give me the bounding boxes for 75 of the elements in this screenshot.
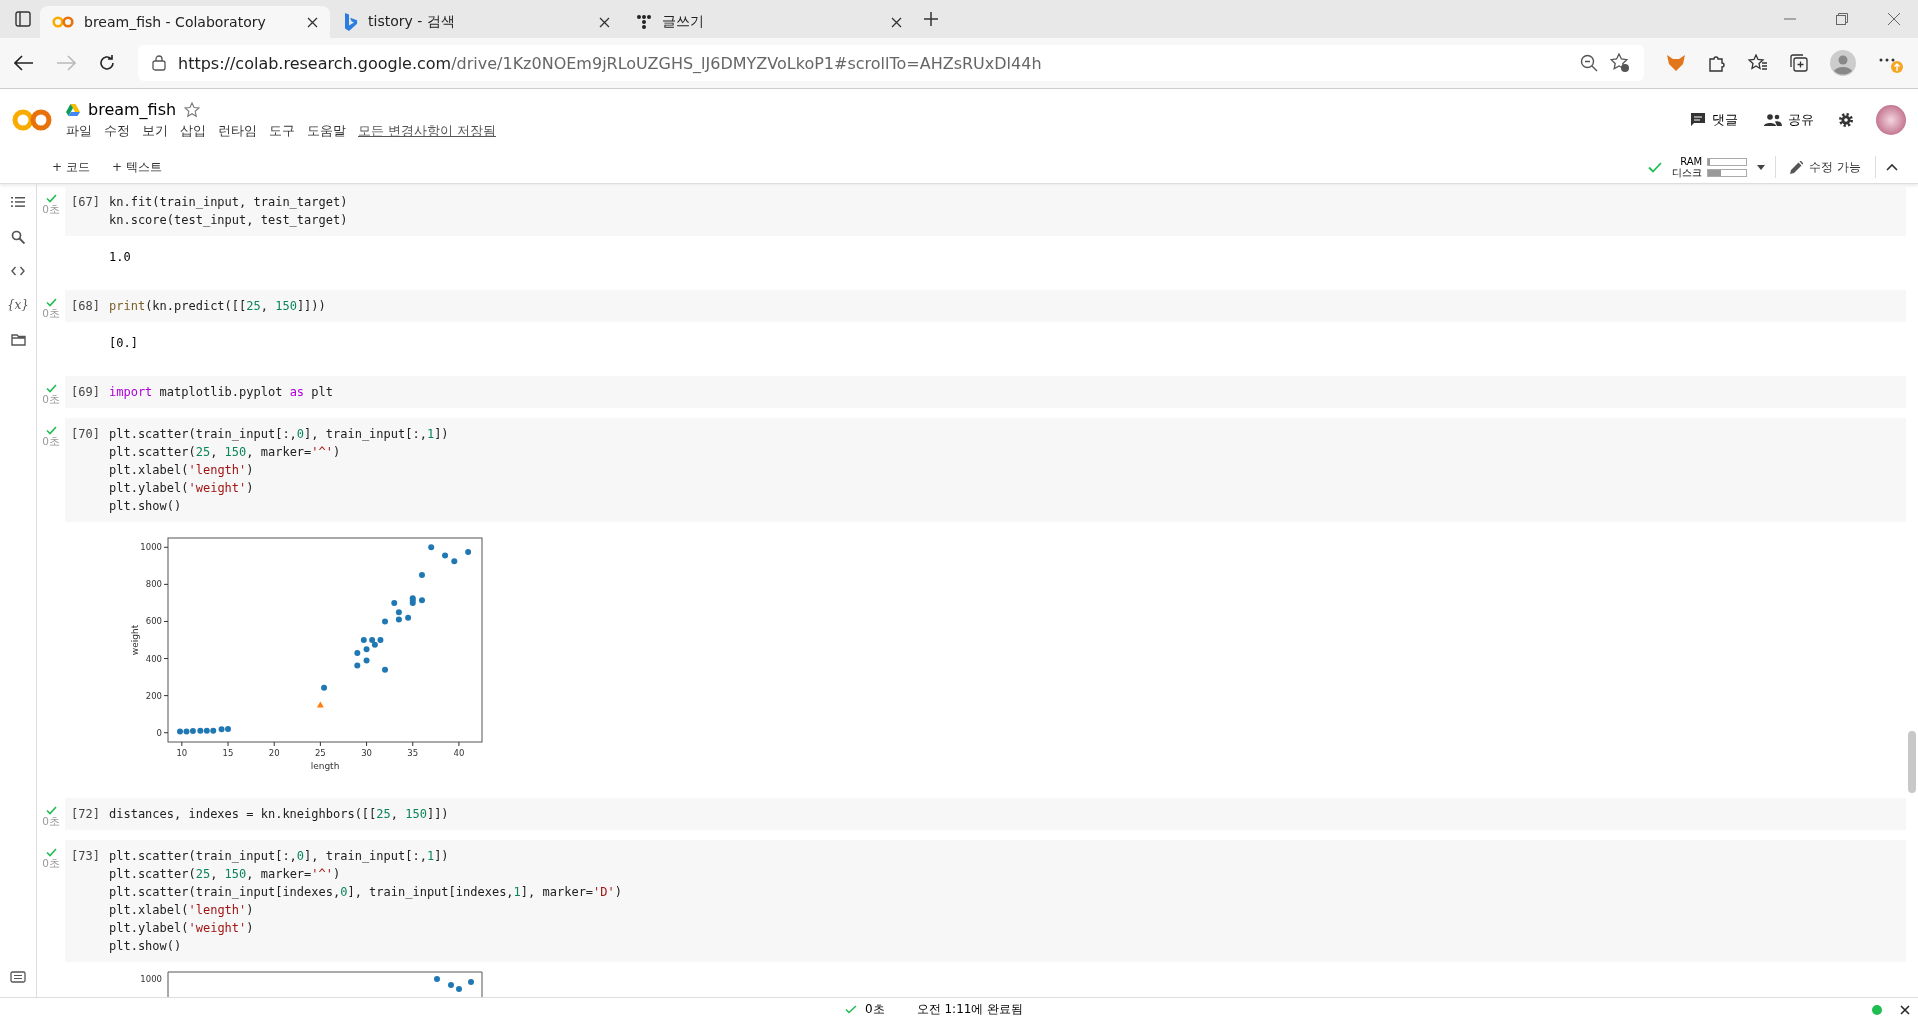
notebook-title[interactable]: bream_fish bbox=[88, 100, 177, 119]
comment-button[interactable]: 댓글 bbox=[1688, 109, 1740, 131]
y-axis-label: weight bbox=[130, 624, 140, 656]
edit-mode-button[interactable]: 수정 가능 bbox=[1786, 156, 1865, 178]
execution-count: [72] bbox=[70, 806, 101, 823]
menu-item[interactable]: 런타임 bbox=[218, 123, 257, 140]
add-text-button[interactable]: + 텍스트 bbox=[107, 156, 166, 178]
x-tick-label: 10 bbox=[176, 748, 188, 758]
execution-count: [73] bbox=[70, 848, 101, 865]
execution-count: [69] bbox=[70, 384, 101, 401]
menu-item[interactable]: 수정 bbox=[104, 123, 130, 140]
browser-tab[interactable]: tistory - 검색 bbox=[332, 6, 622, 38]
code-line: plt.ylabel('weight') bbox=[109, 480, 255, 497]
code-cell[interactable]: [67] kn.fit(train_input, train_target) kn.score(test_input, test_target) bbox=[65, 186, 1906, 236]
code-line: plt.scatter(train_input[:,0], train_input[:,1]) bbox=[109, 426, 449, 443]
execution-count: [70] bbox=[70, 426, 101, 443]
code-cell[interactable]: [70] plt.scatter(train_input[:,0], train_input[:,1]) plt.scatter(25, 150, marker='^') plt.xlabel('length') plt.ylabel('weight') plt.show() bbox=[65, 418, 1906, 522]
code-line: plt.xlabel('length') bbox=[109, 902, 255, 919]
variables-button[interactable]: {x} bbox=[6, 298, 29, 312]
execution-time: 0초 bbox=[42, 857, 60, 871]
code-line: plt.scatter(25, 150, marker='^') bbox=[109, 866, 342, 883]
execution-time: 0초 bbox=[42, 393, 60, 407]
execution-time: 0초 bbox=[42, 203, 60, 217]
cell-output: 1.0 bbox=[109, 250, 131, 264]
code-line: plt.show() bbox=[109, 938, 183, 955]
share-button[interactable]: 공유 bbox=[1762, 109, 1816, 131]
url-text: https://colab.research.google.com/drive/1Kz0NOEm9jRLoUZGHS_lJ6DMYZVoLkoP1#scrollTo=AHZsRUxDl44h bbox=[178, 53, 1042, 73]
code-line: plt.xlabel('length') bbox=[109, 462, 255, 479]
save-status-link[interactable]: 모든 변경사항이 저장됨 bbox=[358, 123, 496, 140]
code-line: distances, indexes = kn.kneighbors([[25, 150]]) bbox=[109, 806, 449, 823]
y-tick-label: 200 bbox=[145, 690, 162, 701]
code-cell[interactable]: [68] print(kn.predict([[25, 150]])) bbox=[65, 290, 1906, 322]
menu-item[interactable]: 보기 bbox=[142, 123, 168, 140]
cell-output: [0.] bbox=[109, 336, 138, 350]
code-line: plt.show() bbox=[109, 498, 183, 515]
y-tick-label: 400 bbox=[145, 653, 162, 664]
disk-label: 디스크 bbox=[1672, 167, 1703, 178]
x-tick-label: 30 bbox=[361, 748, 372, 758]
execution-time: 0초 bbox=[42, 435, 60, 449]
execution-duration: 0초 bbox=[865, 1001, 885, 1018]
menu-item[interactable]: 파일 bbox=[66, 123, 92, 140]
x-tick-label: 15 bbox=[222, 748, 234, 758]
execution-time: 0초 bbox=[42, 815, 60, 829]
x-axis-label: length bbox=[310, 761, 340, 771]
code-cell[interactable]: [69] import matplotlib.pyplot as plt bbox=[65, 376, 1906, 408]
code-line: plt.scatter(25, 150, marker='^') bbox=[109, 444, 342, 461]
execution-time: 0초 bbox=[42, 307, 60, 321]
execution-count: [68] bbox=[70, 298, 101, 315]
x-tick-label: 25 bbox=[314, 748, 326, 758]
browser-tab[interactable]: bream_fish - Colaboratory bbox=[40, 6, 330, 38]
address-bar[interactable]: https://colab.research.google.com/drive/1Kz0NOEm9jRLoUZGHS_lJ6DMYZVoLkoP1#scrollTo=AHZsRUxDl44h bbox=[138, 45, 1644, 81]
x-tick-label: 35 bbox=[407, 748, 419, 758]
y-tick-label: 800 bbox=[145, 579, 162, 590]
code-line: plt.scatter(train_input[indexes,0], train_input[indexes,1], marker='D') bbox=[109, 884, 622, 901]
code-line: plt.ylabel('weight') bbox=[109, 920, 255, 937]
execution-count: [67] bbox=[70, 194, 101, 211]
menu-item[interactable]: 도구 bbox=[269, 123, 295, 140]
y-tick-label: 0 bbox=[156, 727, 162, 738]
browser-tab[interactable]: 글쓰기 bbox=[624, 6, 914, 38]
ram-label: RAM bbox=[1679, 156, 1703, 167]
y-tick-label: 600 bbox=[145, 616, 162, 627]
y-tick-label: 1000 bbox=[140, 542, 162, 553]
x-tick-label: 20 bbox=[268, 748, 280, 758]
code-line: import matplotlib.pyplot as plt bbox=[109, 384, 333, 401]
menu-item[interactable]: 삽입 bbox=[180, 123, 206, 140]
status-message: 오전 1:11에 완료됨 bbox=[916, 1001, 1024, 1018]
code-line: plt.scatter(train_input[:,0], train_input[:,1]) bbox=[109, 848, 450, 865]
y-tick-label: 1000 bbox=[140, 974, 162, 984]
add-code-button[interactable]: + 코드 bbox=[48, 156, 94, 178]
code-line: kn.score(test_input, test_target) bbox=[109, 212, 348, 229]
menu-item[interactable]: 도움말 bbox=[307, 123, 346, 140]
code-line: kn.fit(train_input, train_target) bbox=[109, 194, 348, 211]
code-line: print(kn.predict([[25, 150]])) bbox=[109, 298, 326, 315]
code-cell[interactable]: [72] distances, indexes = kn.kneighbors([[25, 150]]) bbox=[65, 798, 1906, 830]
x-tick-label: 40 bbox=[453, 748, 465, 758]
